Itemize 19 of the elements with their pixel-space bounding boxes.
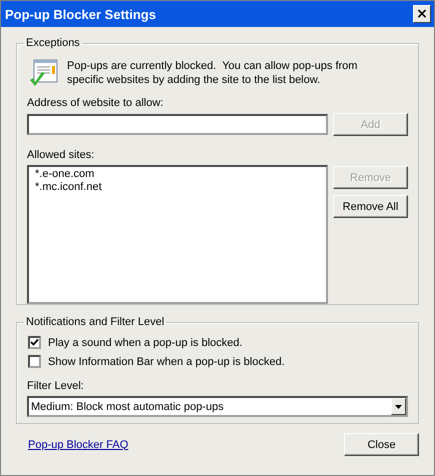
group-title: Exceptions	[25, 37, 81, 49]
checkbox[interactable]	[28, 336, 41, 349]
list-label: Allowed sites:	[27, 149, 96, 161]
checkbox[interactable]	[28, 355, 41, 368]
window-title: Pop-up Blocker Settings	[5, 6, 156, 22]
checkbox-label: Play a sound when a pop-up is blocked.	[48, 336, 242, 348]
field-label: Filter Level:	[27, 380, 85, 392]
address-field[interactable]	[27, 114, 328, 135]
filter-level-dropdown[interactable]: Medium: Block most automatic pop-ups	[27, 396, 408, 417]
remove-all-button[interactable]: Remove All	[333, 195, 408, 218]
faq-link[interactable]: Pop-up Blocker FAQ	[28, 438, 128, 450]
group-title: Notifications and Filter Level	[25, 316, 166, 328]
site-item[interactable]: *.mc.iconf.net	[35, 181, 320, 194]
close-button[interactable]: ×	[413, 5, 431, 23]
info-message: Pop-ups are currently blocked. You can allow pop-ups from specific websites by adding the site to the list below.	[67, 59, 358, 88]
site-item[interactable]: *.e-one.com	[35, 168, 320, 181]
checkbox-label: Show Information Bar when a pop-up is blocked.	[48, 356, 285, 368]
close-button[interactable]: Close	[344, 433, 419, 456]
field-label: Address of website to allow:	[27, 97, 164, 109]
